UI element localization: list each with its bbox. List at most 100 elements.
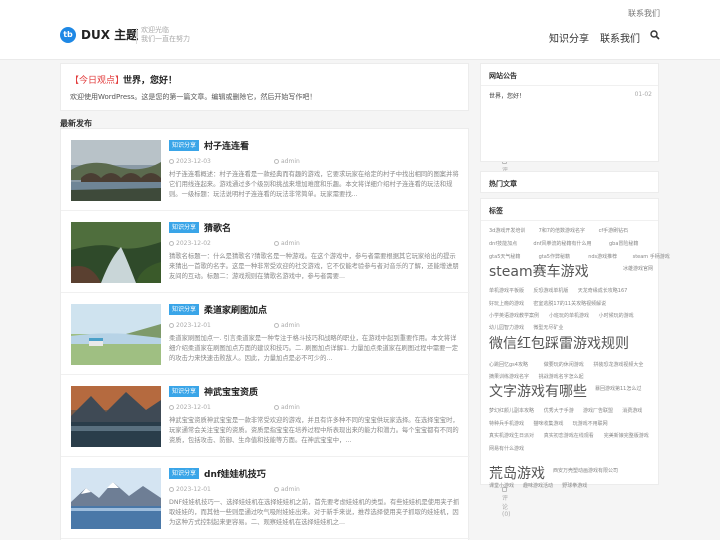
- post-thumbnail[interactable]: [71, 304, 161, 365]
- post-date-text: 2023-12-01: [176, 404, 211, 411]
- tag-link[interactable]: 冰雄游戏官网: [623, 265, 653, 272]
- tag-link[interactable]: 小班玩的单机游戏: [549, 312, 589, 319]
- tag-link[interactable]: 单机游戏平板版: [489, 287, 524, 294]
- tag-link[interactable]: nds游戏推荐: [588, 253, 617, 260]
- tag-link[interactable]: 消费游戏: [622, 407, 642, 414]
- tag-link[interactable]: 拼装恐龙游戏视频大全: [593, 361, 643, 368]
- post-category-badge[interactable]: 知识分享: [169, 386, 200, 397]
- tag-link[interactable]: gba冒险秘籍: [609, 240, 638, 247]
- post-comments[interactable]: 评论(0): [502, 486, 511, 518]
- tag-link[interactable]: gta5作弊秘籍: [539, 253, 570, 260]
- tag-link[interactable]: 微型无尽矿业: [533, 324, 563, 331]
- tag-link[interactable]: cf手游刷钻石: [599, 227, 629, 234]
- tag-link[interactable]: 真实初恋游戏在线观看: [544, 432, 594, 439]
- post-thumbnail[interactable]: [71, 222, 161, 283]
- clock-icon: [169, 323, 174, 328]
- tag-link[interactable]: 摘果训练游戏名字: [489, 373, 529, 380]
- tag-link[interactable]: 猫咪收集游戏: [533, 420, 563, 427]
- tag-link[interactable]: 做要玩的休闲游戏: [544, 361, 584, 368]
- post-list: 知识分享村子连连看2023-12-03admin评论(0)村子连连看概述：村子连…: [60, 128, 511, 540]
- tag-link[interactable]: 天龙奇缘成长攻略167: [578, 287, 628, 294]
- notice-item[interactable]: 世界，您好！: [489, 91, 525, 100]
- post-title[interactable]: 猜歌名: [204, 221, 231, 234]
- post-author-text: admin: [281, 240, 300, 247]
- post-author[interactable]: admin: [274, 322, 300, 329]
- tag-link[interactable]: 趣味游戏活动: [523, 482, 553, 489]
- post-thumbnail[interactable]: [71, 386, 161, 447]
- sidebar-hot-posts: 热门文章: [480, 171, 659, 193]
- tag-link[interactable]: 野球拳游戏: [562, 482, 587, 489]
- post-author-text: admin: [281, 158, 300, 165]
- post-excerpt: 柔道家刷图加点一. 引言柔道家是一种专注于格斗技巧和战略的职业，在游戏中起到重要…: [169, 335, 459, 362]
- tag-link[interactable]: 反恐游戏单机版: [533, 287, 568, 294]
- tag-link[interactable]: 好玩上瘾的游戏: [489, 300, 524, 307]
- tag-link[interactable]: 暴回游戏第11怎么过: [595, 385, 641, 392]
- post-title[interactable]: 神武宝宝资质: [204, 385, 258, 398]
- tag-link[interactable]: gta5天气秘籍: [489, 253, 520, 260]
- nav-item-contact[interactable]: 联系我们: [600, 30, 640, 45]
- tag-link[interactable]: 幼儿园智力游戏: [489, 324, 524, 331]
- post-author[interactable]: admin: [274, 486, 300, 493]
- tags-title: 标签: [489, 207, 503, 215]
- post-author[interactable]: admin: [274, 240, 300, 247]
- tag-link[interactable]: 课堂小游戏: [489, 482, 514, 489]
- today-description: 欢迎使用WordPress。这是您的第一篇文章。编辑或删除它，然后开始写作吧！: [70, 93, 317, 101]
- post-excerpt: 村子连连看概述：村子连连看是一款经典而有趣的游戏，它要求玩家在给定的村子中找出相…: [169, 171, 459, 198]
- post-date-text: 2023-12-01: [176, 322, 211, 329]
- tag-link[interactable]: 西安万壳塑动画游戏有限公司: [553, 467, 618, 474]
- post-author[interactable]: admin: [274, 158, 300, 165]
- today-tag: 【今日观点】: [70, 76, 125, 86]
- tag-link[interactable]: 游戏厂告联盟: [583, 407, 613, 414]
- tag-link[interactable]: 文字游戏有哪些: [489, 381, 587, 401]
- logo-text[interactable]: DUX 主题: [81, 27, 138, 43]
- post-thumbnail[interactable]: [71, 468, 161, 529]
- tag-link[interactable]: 特种兵手机游戏: [489, 420, 524, 427]
- post-thumbnail[interactable]: [71, 140, 161, 201]
- nav-item-knowledge[interactable]: 知识分享: [549, 30, 589, 45]
- tag-link[interactable]: dnf风拳流的秘籍有什么用: [533, 240, 591, 247]
- today-opinion-box: 【今日观点】 世界，您好！ 欢迎使用WordPress。这是您的第一篇文章。编辑…: [60, 63, 469, 111]
- tag-link[interactable]: 网易有什么游戏: [489, 445, 524, 452]
- tag-link[interactable]: 微信红包踩雷游戏规则: [489, 333, 629, 353]
- tag-link[interactable]: 心跳回忆gs4攻略: [489, 361, 528, 368]
- tag-link[interactable]: 7和7的倍数游戏名字: [539, 227, 585, 234]
- tag-link[interactable]: dnf技能加点: [489, 240, 517, 247]
- clock-icon: [169, 405, 174, 410]
- post-author[interactable]: admin: [274, 404, 300, 411]
- tag-link[interactable]: steam赛车游戏: [489, 261, 589, 281]
- tag-link[interactable]: 3d游戏开发培训: [489, 227, 525, 234]
- post-item: 知识分享猜歌名2023-12-02admin评论(0)猜歌名标题一：什么是猜歌名…: [61, 211, 511, 293]
- tag-link[interactable]: 荒岛游戏: [489, 463, 545, 483]
- post-title[interactable]: 柔道家刷图加点: [204, 303, 267, 316]
- tag-link[interactable]: steam 手柄游戏: [633, 253, 670, 260]
- post-category-badge[interactable]: 知识分享: [169, 468, 200, 479]
- top-contact-link[interactable]: 联系我们: [628, 8, 660, 19]
- user-icon: [274, 159, 279, 164]
- post-category-badge[interactable]: 知识分享: [169, 140, 200, 151]
- slogan-line-2: 我们一直在努力: [141, 35, 190, 43]
- user-icon: [274, 241, 279, 246]
- tag-link[interactable]: 小时候玩的游戏: [599, 312, 634, 319]
- search-icon[interactable]: [650, 30, 660, 40]
- site-header: 联系我们 tb DUX 主题 欢迎光临 我们一直在努力 知识分享 联系我们: [0, 0, 720, 60]
- post-category-badge[interactable]: 知识分享: [169, 222, 200, 233]
- tag-link[interactable]: 完美新娘完整版游戏: [604, 432, 649, 439]
- tag-link[interactable]: 小学英语游戏教学案例: [489, 312, 539, 319]
- tag-link[interactable]: 真实机游戏生日派对: [489, 432, 534, 439]
- post-title[interactable]: dnf娃娃机技巧: [204, 467, 266, 480]
- post-title[interactable]: 村子连连看: [204, 139, 249, 152]
- post-category-badge[interactable]: 知识分享: [169, 304, 200, 315]
- tag-link[interactable]: 玩游戏不用联网: [573, 420, 608, 427]
- tag-link[interactable]: 优秀大于手游: [544, 407, 574, 414]
- divider: [481, 85, 658, 86]
- divider: [481, 220, 658, 221]
- user-icon: [274, 405, 279, 410]
- slogan-line-1: 欢迎光临: [141, 26, 169, 34]
- tag-link[interactable]: 密室逃脱17的11关攻略视频解说: [533, 300, 606, 307]
- post-date: 2023-12-01: [169, 404, 211, 411]
- today-title[interactable]: 世界，您好！: [123, 73, 177, 86]
- logo-icon[interactable]: tb: [60, 27, 76, 43]
- tag-link[interactable]: 梦幻红颜儿副本攻略: [489, 407, 534, 414]
- tag-link[interactable]: 挑战游戏名字怎么起: [539, 373, 584, 380]
- hot-title: 热门文章: [489, 180, 517, 188]
